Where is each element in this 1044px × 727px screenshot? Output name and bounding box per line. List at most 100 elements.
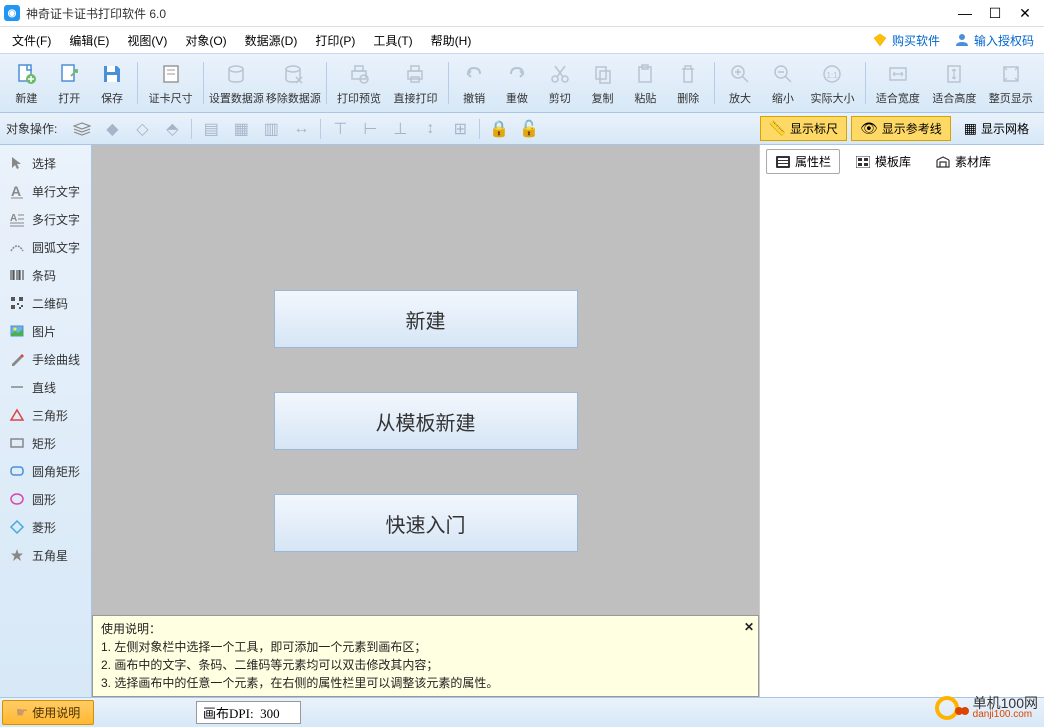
menu-edit[interactable]: 编辑(E) — [61, 28, 117, 53]
left-tool-label: 条码 — [32, 267, 56, 284]
menu-tools[interactable]: 工具(T) — [365, 28, 420, 53]
tool-paste[interactable]: 粘贴 — [625, 56, 666, 110]
db-remove-icon — [279, 60, 307, 88]
app-title: 神奇证卡证书打印软件 6.0 — [26, 5, 950, 22]
tool-db-set[interactable]: 设置数据源 — [209, 56, 264, 110]
help-close-button[interactable]: ✕ — [744, 618, 754, 636]
toggle-ruler[interactable]: 📏 显示标尺 — [760, 116, 847, 141]
buy-link[interactable]: 购买软件 — [866, 30, 946, 51]
tool-copy[interactable]: 复制 — [582, 56, 623, 110]
tool-zoom-out[interactable]: 缩小 — [762, 56, 803, 110]
left-tool-triangle[interactable]: 三角形 — [0, 401, 91, 429]
tool-delete[interactable]: 删除 — [668, 56, 709, 110]
left-tool-line[interactable]: 直线 — [0, 373, 91, 401]
svg-text:1:1: 1:1 — [827, 71, 839, 80]
zoom-actual-icon: 1:1 — [818, 60, 846, 88]
tab-assets[interactable]: 素材库 — [926, 149, 1000, 174]
new-from-template-button[interactable]: 从模板新建 — [274, 392, 578, 450]
lock-btn[interactable]: 🔒 — [486, 117, 512, 141]
align-top-btn[interactable]: ⊤ — [327, 117, 353, 141]
zoom-in-icon — [726, 60, 754, 88]
layer-top-btn[interactable]: ⬘ — [159, 117, 185, 141]
layer-down-btn[interactable]: ◇ — [129, 117, 155, 141]
left-tool-pencil[interactable]: 手绘曲线 — [0, 345, 91, 373]
left-tool-cursor[interactable]: 选择 — [0, 149, 91, 177]
main-area: 选择A单行文字A多行文字圆弧文字条码二维码图片手绘曲线直线三角形矩形圆角矩形圆形… — [0, 145, 1044, 697]
left-tool-rect[interactable]: 矩形 — [0, 429, 91, 457]
new-button[interactable]: 新建 — [274, 290, 578, 348]
tool-page-size[interactable]: 证卡尺寸 — [143, 56, 197, 110]
layer-btn[interactable] — [69, 117, 95, 141]
align-center-btn[interactable]: ▦ — [228, 117, 254, 141]
bottom-bar: ☛ 使用说明 画布DPI: 300 — [0, 697, 1044, 727]
maximize-button[interactable]: ☐ — [980, 0, 1010, 27]
left-tool-diamond[interactable]: 菱形 — [0, 513, 91, 541]
tool-fit-height[interactable]: 适合高度 — [927, 56, 981, 110]
distribute-h-btn[interactable]: ↔ — [288, 117, 314, 141]
tool-save[interactable]: 保存 — [92, 56, 133, 110]
left-tool-round-rect[interactable]: 圆角矩形 — [0, 457, 91, 485]
quickstart-button[interactable]: 快速入门 — [274, 494, 578, 552]
left-tool-text-single[interactable]: A单行文字 — [0, 177, 91, 205]
tool-print[interactable]: 直接打印 — [388, 56, 442, 110]
minimize-button[interactable]: — — [950, 0, 980, 27]
left-tool-text-multi[interactable]: A多行文字 — [0, 205, 91, 233]
tool-undo[interactable]: 撤销 — [454, 56, 495, 110]
watermark: 单机100网 danji100.com — [935, 693, 1038, 723]
align-bottom-btn[interactable]: ⊥ — [387, 117, 413, 141]
buy-label: 购买软件 — [892, 32, 940, 49]
tool-fit-page[interactable]: 整页显示 — [984, 56, 1038, 110]
unlock-btn[interactable]: 🔓 — [516, 117, 542, 141]
toggle-guides[interactable]: 👁 显示参考线 — [851, 116, 951, 141]
tool-cut[interactable]: 剪切 — [539, 56, 580, 110]
tool-zoom-in[interactable]: 放大 — [720, 56, 761, 110]
tool-label: 打印预览 — [337, 90, 381, 106]
left-tool-text-arc[interactable]: 圆弧文字 — [0, 233, 91, 261]
auth-link[interactable]: 输入授权码 — [948, 30, 1040, 51]
menu-datasource[interactable]: 数据源(D) — [237, 28, 306, 53]
tool-redo[interactable]: 重做 — [497, 56, 538, 110]
center-btn[interactable]: ⊞ — [447, 117, 473, 141]
menu-view[interactable]: 视图(V) — [119, 28, 175, 53]
align-right-btn[interactable]: ▥ — [258, 117, 284, 141]
tool-label: 设置数据源 — [209, 90, 264, 106]
tab-templates[interactable]: 模板库 — [846, 149, 920, 174]
left-tool-qrcode[interactable]: 二维码 — [0, 289, 91, 317]
tool-db-remove[interactable]: 移除数据源 — [266, 56, 321, 110]
layer-up-btn[interactable]: ◆ — [99, 117, 125, 141]
left-tool-image[interactable]: 图片 — [0, 317, 91, 345]
tool-doc-new[interactable]: 新建 — [6, 56, 47, 110]
zoom-out-icon — [769, 60, 797, 88]
tool-label: 重做 — [506, 90, 528, 106]
tool-label: 复制 — [592, 90, 614, 106]
left-tool-barcode[interactable]: 条码 — [0, 261, 91, 289]
undo-icon — [460, 60, 488, 88]
tool-label: 证卡尺寸 — [149, 90, 193, 106]
toggle-grid[interactable]: ▦ 显示网格 — [955, 116, 1038, 141]
menu-object[interactable]: 对象(O) — [177, 28, 234, 53]
tool-zoom-actual[interactable]: 1:1实际大小 — [805, 56, 859, 110]
align-middle-btn[interactable]: ⊢ — [357, 117, 383, 141]
distribute-v-btn[interactable]: ↕ — [417, 117, 443, 141]
tool-label: 删除 — [677, 90, 699, 106]
tab-properties[interactable]: 属性栏 — [766, 149, 840, 174]
menu-file[interactable]: 文件(F) — [4, 28, 59, 53]
help-button[interactable]: ☛ 使用说明 — [2, 700, 94, 725]
delete-icon — [674, 60, 702, 88]
align-left-btn[interactable]: ▤ — [198, 117, 224, 141]
tool-doc-open[interactable]: 打开 — [49, 56, 90, 110]
star-icon — [8, 546, 26, 564]
tool-label: 打开 — [58, 90, 80, 106]
menu-bar: 文件(F) 编辑(E) 视图(V) 对象(O) 数据源(D) 打印(P) 工具(… — [0, 27, 1044, 53]
tool-label: 粘贴 — [634, 90, 656, 106]
close-button[interactable]: ✕ — [1010, 0, 1040, 27]
text-multi-icon: A — [8, 210, 26, 228]
left-tool-circle[interactable]: 圆形 — [0, 485, 91, 513]
left-tool-star[interactable]: 五角星 — [0, 541, 91, 569]
left-tool-label: 菱形 — [32, 519, 56, 536]
print-icon — [401, 60, 429, 88]
tool-fit-width[interactable]: 适合宽度 — [871, 56, 925, 110]
menu-help[interactable]: 帮助(H) — [423, 28, 480, 53]
tool-print-preview[interactable]: 打印预览 — [332, 56, 386, 110]
menu-print[interactable]: 打印(P) — [307, 28, 363, 53]
